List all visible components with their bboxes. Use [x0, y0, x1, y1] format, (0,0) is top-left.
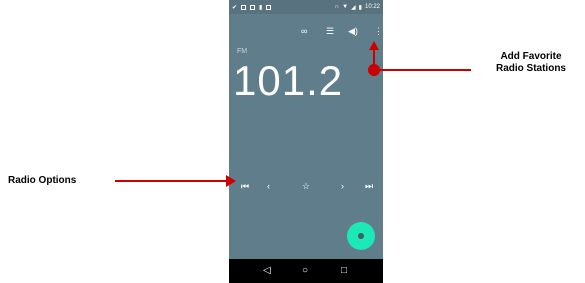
- arrowhead: [226, 175, 236, 187]
- annotation-arrows: [115, 41, 471, 187]
- annotation-dot: [368, 64, 380, 76]
- arrowhead: [369, 41, 379, 50]
- add-favorite-label: Add Favorite Radio Stations: [495, 51, 566, 74]
- radio-options-label: Radio Options: [8, 175, 77, 186]
